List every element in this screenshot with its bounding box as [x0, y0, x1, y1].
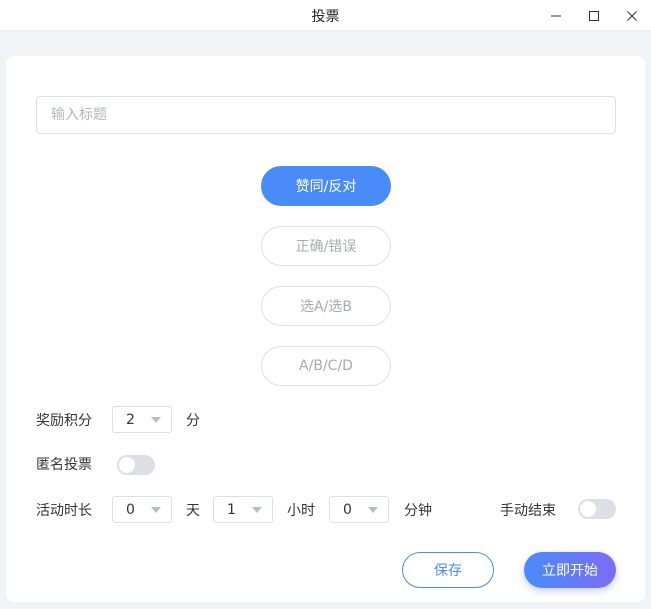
chevron-down-icon [252, 507, 262, 513]
vote-type-true-false[interactable]: 正确/错误 [261, 226, 391, 266]
vote-type-abcd[interactable]: A/B/C/D [261, 346, 391, 386]
minimize-button[interactable] [537, 0, 575, 31]
reward-points-unit: 分 [186, 413, 200, 429]
duration-hours-select[interactable]: 1 [213, 496, 273, 523]
chevron-down-icon [151, 507, 161, 513]
reward-points-label: 奖励积分 [36, 413, 92, 429]
maximize-button[interactable] [575, 0, 613, 31]
toggle-knob [119, 457, 135, 473]
chevron-down-icon [151, 417, 161, 423]
anonymous-vote-label: 匿名投票 [36, 457, 92, 473]
anonymous-vote-toggle[interactable] [117, 455, 155, 475]
title-bar: 投票 [0, 0, 651, 31]
duration-days-value: 0 [126, 502, 135, 518]
vote-form-card: 赞同/反对 正确/错误 选A/选B A/B/C/D 奖励积分 2 分 匿名投票 … [6, 56, 645, 602]
duration-days-select[interactable]: 0 [112, 496, 172, 523]
reward-points-select[interactable]: 2 [112, 406, 172, 433]
start-now-button[interactable]: 立即开始 [524, 552, 616, 588]
vote-type-a-b[interactable]: 选A/选B [261, 286, 391, 326]
duration-hours-value: 1 [227, 502, 236, 518]
save-button[interactable]: 保存 [402, 552, 494, 588]
maximize-icon [589, 10, 599, 21]
manual-end-toggle[interactable] [578, 499, 616, 519]
duration-days-unit: 天 [186, 503, 200, 519]
manual-end-label: 手动结束 [500, 503, 556, 519]
chevron-down-icon [368, 507, 378, 513]
close-icon [627, 10, 637, 21]
toggle-knob [580, 501, 596, 517]
vote-type-agree-disagree[interactable]: 赞同/反对 [261, 166, 391, 206]
close-button[interactable] [613, 0, 651, 31]
duration-label: 活动时长 [36, 503, 92, 519]
duration-minutes-value: 0 [343, 502, 352, 518]
duration-minutes-select[interactable]: 0 [329, 496, 389, 523]
duration-minutes-unit: 分钟 [404, 503, 432, 519]
reward-points-value: 2 [126, 412, 135, 428]
title-input[interactable] [36, 96, 616, 134]
duration-hours-unit: 小时 [287, 503, 315, 519]
minimize-icon [551, 15, 561, 16]
